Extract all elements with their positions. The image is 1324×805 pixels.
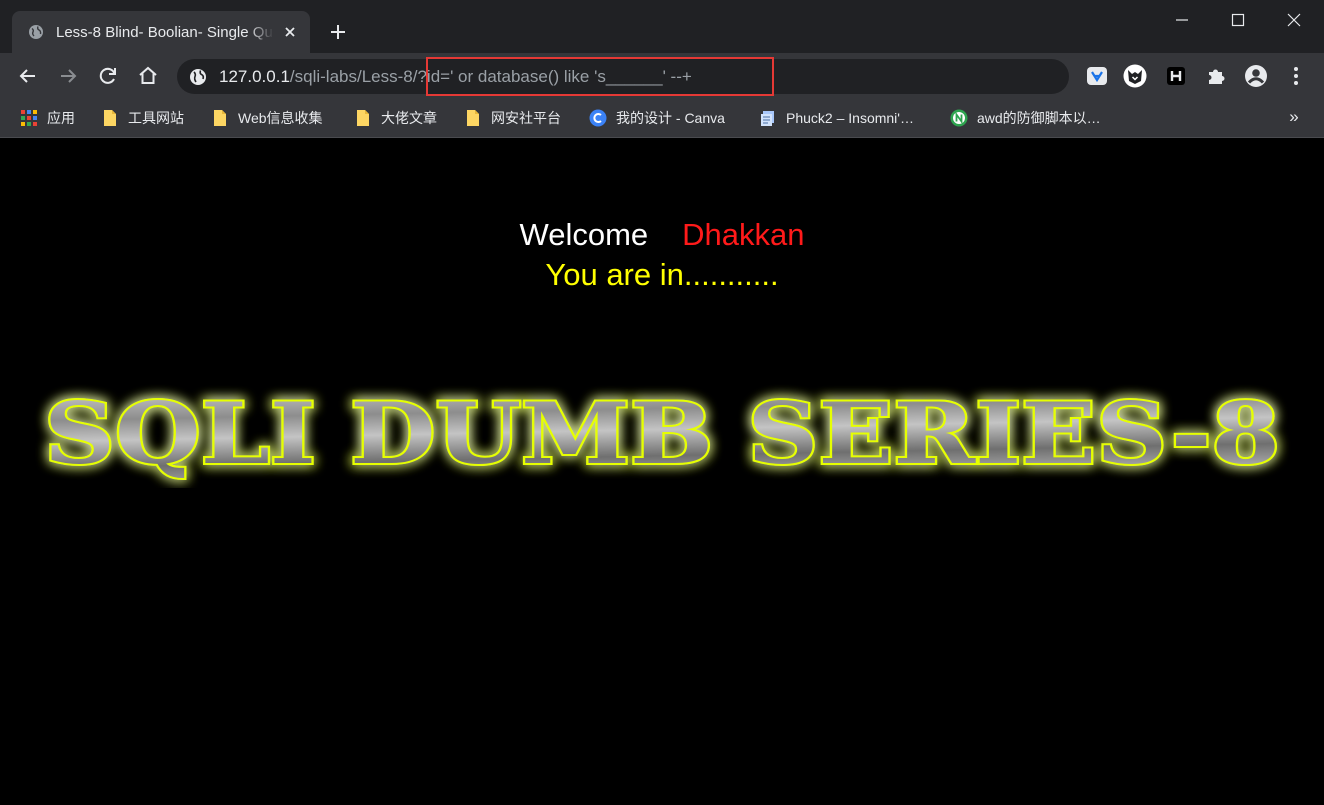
bookmark-label: 应用 bbox=[47, 110, 75, 126]
bookmark-folder-web-info[interactable]: Web信息收集 bbox=[211, 106, 323, 130]
page-content: Welcome Dhakkan You are in........... SQL… bbox=[0, 138, 1324, 805]
menu-kebab-icon[interactable] bbox=[1284, 64, 1308, 88]
folder-icon bbox=[104, 110, 116, 126]
folder-icon bbox=[214, 110, 226, 126]
url-path: /sqli-labs/Less-8/?id=' or database() li… bbox=[289, 67, 692, 86]
close-icon[interactable] bbox=[282, 24, 298, 40]
bookmark-label: 我的设计 - Canva bbox=[616, 110, 725, 126]
welcome-line: Welcome Dhakkan bbox=[0, 216, 1324, 254]
back-icon[interactable] bbox=[16, 64, 40, 88]
url-host: 127.0.0.1 bbox=[219, 67, 290, 86]
forward-icon[interactable] bbox=[56, 64, 80, 88]
bookmarks-bar: 应用 工具网站 Web信息收集 大佬文章 网安社平台 我的设计 - Canva … bbox=[0, 100, 1324, 138]
maximize-icon[interactable] bbox=[1218, 6, 1258, 34]
translate-extension-icon[interactable] bbox=[1085, 64, 1109, 88]
bookmark-canva[interactable]: 我的设计 - Canva bbox=[589, 106, 725, 130]
bookmarks-overflow-chevron-icon[interactable]: » bbox=[1282, 106, 1306, 130]
bookmark-folder-platform[interactable]: 网安社平台 bbox=[464, 106, 561, 130]
scroll-icon bbox=[761, 111, 774, 126]
tab-title: Less-8 Blind- Boolian- Single Quotes- St… bbox=[56, 24, 274, 41]
profile-avatar-icon[interactable] bbox=[1244, 64, 1268, 88]
bookmark-phuck2[interactable]: Phuck2 – Insomni'… bbox=[759, 106, 914, 130]
login-status-text: You are in........... bbox=[545, 257, 779, 292]
url-text: 127.0.0.1/sqli-labs/Less-8/?id=' or data… bbox=[219, 66, 692, 88]
user-name: Dhakkan bbox=[682, 217, 805, 252]
globe-icon bbox=[29, 25, 43, 39]
folder-icon bbox=[467, 110, 479, 126]
reload-icon[interactable] bbox=[96, 64, 120, 88]
welcome-text: Welcome bbox=[519, 217, 649, 252]
bookmark-label: 大佬文章 bbox=[381, 110, 437, 126]
home-icon[interactable] bbox=[136, 64, 160, 88]
bookmark-label: Phuck2 – Insomni'… bbox=[786, 110, 914, 126]
n-logo-icon bbox=[950, 109, 968, 127]
canva-icon bbox=[589, 109, 607, 127]
site-info-icon[interactable] bbox=[189, 68, 207, 86]
minimize-icon[interactable] bbox=[1162, 6, 1202, 34]
bookmark-folder-tools[interactable]: 工具网站 bbox=[101, 106, 184, 130]
bookmark-folder-articles[interactable]: 大佬文章 bbox=[354, 106, 437, 130]
bookmark-label: Web信息收集 bbox=[238, 110, 323, 126]
browser-toolbar: 127.0.0.1/sqli-labs/Less-8/?id=' or data… bbox=[0, 53, 1324, 100]
window-close-icon[interactable] bbox=[1274, 6, 1314, 34]
bookmark-label: 网安社平台 bbox=[491, 110, 561, 126]
bookmark-awd[interactable]: awd的防御脚本以… bbox=[950, 106, 1101, 130]
bookmark-label: awd的防御脚本以… bbox=[977, 110, 1101, 126]
bookmark-apps[interactable]: 应用 bbox=[20, 106, 75, 130]
folder-icon bbox=[357, 110, 369, 126]
h-extension-icon[interactable] bbox=[1164, 64, 1188, 88]
sqli-dumb-series-banner: SQLI DUMB SERIES-8 bbox=[42, 382, 1282, 485]
banner-text: SQLI DUMB SERIES-8 bbox=[44, 384, 1280, 483]
extensions-puzzle-icon[interactable] bbox=[1204, 64, 1228, 88]
new-tab-icon[interactable] bbox=[326, 20, 350, 44]
tab-active[interactable]: Less-8 Blind- Boolian- Single Quotes- St… bbox=[12, 11, 310, 53]
bookmark-label: 工具网站 bbox=[128, 110, 184, 126]
address-bar[interactable]: 127.0.0.1/sqli-labs/Less-8/?id=' or data… bbox=[177, 59, 1069, 94]
tab-strip: Less-8 Blind- Boolian- Single Quotes- St… bbox=[0, 0, 1324, 53]
apps-grid-icon bbox=[21, 110, 37, 126]
fox-extension-icon[interactable] bbox=[1123, 64, 1147, 88]
